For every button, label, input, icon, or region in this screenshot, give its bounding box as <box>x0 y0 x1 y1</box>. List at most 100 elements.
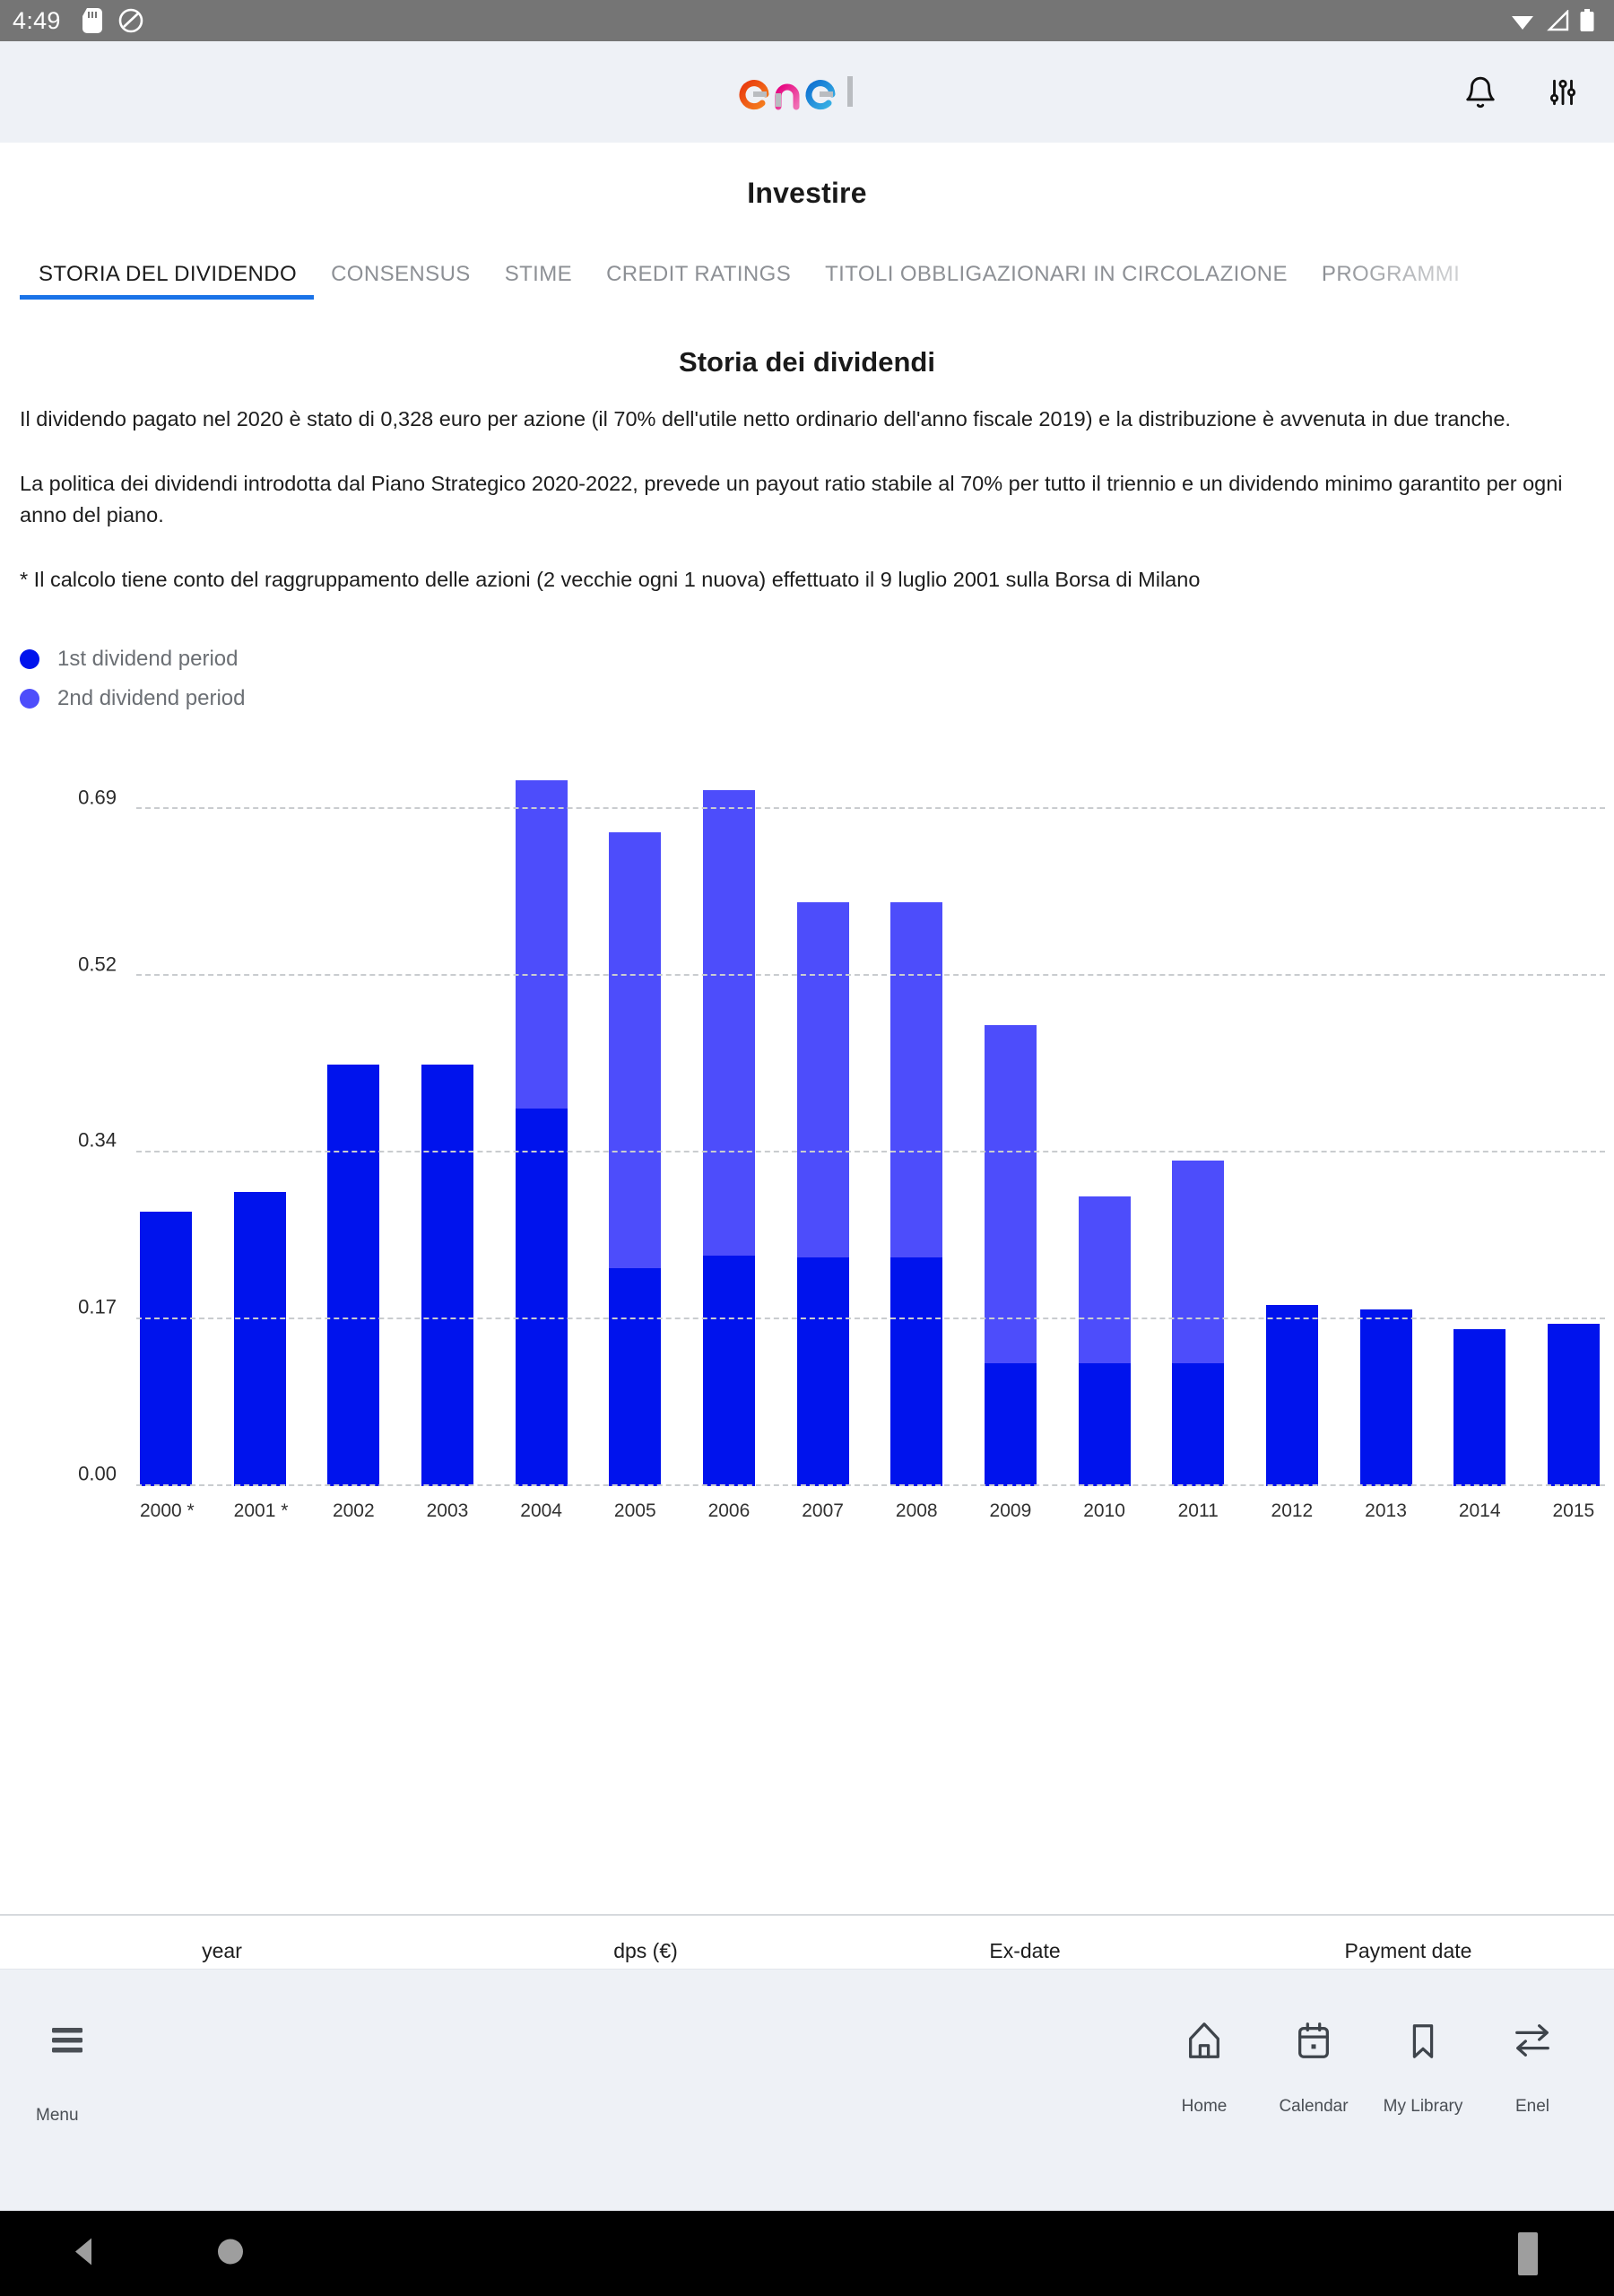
bar-segment-2nd-period <box>890 902 943 1258</box>
bar-segment-1st-period <box>1547 1324 1600 1486</box>
bottom-item-calendar-label: Calendar <box>1279 2097 1349 2116</box>
bar-segment-1st-period <box>890 1257 943 1486</box>
android-nav-bar <box>0 2211 1614 2296</box>
chart-legend: 1st dividend period 2nd dividend period <box>0 639 1614 718</box>
bar-segment-2nd-period <box>609 831 662 1269</box>
table-header-cell: Ex-date <box>847 1914 1202 1969</box>
bar-column[interactable] <box>702 751 755 1486</box>
status-bar-left-icons <box>82 8 143 33</box>
dividend-chart: 0.00 0.17 0.34 0.52 0.69 2000 * 2001 * 2002 200… <box>0 731 1614 1556</box>
enel-logo-icon <box>739 75 853 109</box>
bar-column[interactable] <box>1078 751 1131 1486</box>
bar-segment-1st-period <box>327 1064 380 1486</box>
tab-stime[interactable]: STIME <box>488 262 589 300</box>
wifi-icon <box>1512 16 1533 30</box>
y-axis-tick-label: 0.69 <box>78 786 117 809</box>
do-not-disturb-icon <box>118 8 143 33</box>
tab-storia-del-dividendo[interactable]: STORIA DEL DIVIDENDO <box>20 262 315 300</box>
bar-column[interactable] <box>890 751 943 1486</box>
dividend-table-block: yeardps (€)Ex-datePayment date 2000 *0.2… <box>0 1914 1614 1969</box>
legend-item-2[interactable]: 2nd dividend period <box>20 679 1614 718</box>
tab-programmi[interactable]: PROGRAMMI <box>1305 262 1477 300</box>
bar-column[interactable] <box>1359 751 1412 1486</box>
x-axis-tick-label: 2010 <box>1083 1500 1125 1521</box>
enel-logo[interactable] <box>739 67 875 117</box>
x-axis-tick-label: 2015 <box>1552 1500 1595 1521</box>
section-title: Storia dei dividendi <box>679 346 935 378</box>
battery-icon <box>1580 9 1594 31</box>
gridline-3: 0.52 <box>78 952 1605 977</box>
signal-icon <box>1547 10 1569 31</box>
y-axis-tick-label: 0.34 <box>78 1128 117 1152</box>
dividend-table: yeardps (€)Ex-datePayment date 2000 *0.2… <box>0 1914 1614 1969</box>
bar-column[interactable] <box>796 751 849 1486</box>
tab-consensus[interactable]: CONSENSUS <box>314 262 488 300</box>
bar-segment-1st-period <box>140 1211 192 1486</box>
y-axis-tick-label: 0.17 <box>78 1295 117 1318</box>
back-triangle-icon[interactable] <box>70 2236 97 2271</box>
table-header-row: year dps (€) Ex-date Payment date <box>0 1914 1614 1969</box>
tab-list[interactable]: STORIA DEL DIVIDENDO CONSENSUS STIME CREDIT… <box>0 240 1614 300</box>
bar-segment-2nd-period <box>702 789 755 1256</box>
x-axis-tick-label: 2002 <box>332 1500 375 1521</box>
menu-button[interactable]: Menu <box>36 2016 108 2126</box>
screen-root: 4:49 Investire STORIA DEL DIVIDENDO CONS… <box>0 0 1614 2296</box>
bar-column[interactable] <box>140 751 192 1486</box>
bar-segment-1st-period <box>233 1191 286 1486</box>
x-axis-tick-label: 2004 <box>520 1500 562 1521</box>
bar-column[interactable] <box>1172 751 1225 1486</box>
table-header-cell: dps (€) <box>444 1914 847 1969</box>
y-axis-tick-label: 0.00 <box>78 1462 117 1485</box>
x-axis-tick-label: 2013 <box>1365 1500 1407 1521</box>
bar-column[interactable] <box>984 751 1037 1486</box>
bar-segment-1st-period <box>515 1108 568 1486</box>
bottom-item-my-library-label: My Library <box>1383 2097 1463 2116</box>
bar-column[interactable] <box>327 751 380 1486</box>
bar-segment-2nd-period <box>796 902 849 1258</box>
bookmark-icon <box>1368 2016 1478 2065</box>
app-header <box>0 41 1614 143</box>
tab-bar-divider <box>0 304 1614 305</box>
recents-square-icon[interactable] <box>1518 2231 1538 2275</box>
tab-credit-ratings[interactable]: CREDIT RATINGS <box>589 262 808 300</box>
bell-icon <box>1466 76 1495 108</box>
settings-button[interactable] <box>1542 72 1584 113</box>
bar-segment-1st-period <box>984 1363 1037 1486</box>
bar-segment-1st-period <box>1359 1309 1412 1486</box>
page-content: Investire STORIA DEL DIVIDENDO CONSENSUS S… <box>0 143 1614 1969</box>
chart-plot-area: 0.00 0.17 0.34 0.52 0.69 <box>78 751 1605 1486</box>
bottom-item-enel[interactable]: Enel <box>1478 2016 1587 2117</box>
gridline-1: 0.17 <box>78 1296 1605 1320</box>
bar-column[interactable] <box>609 751 662 1486</box>
menu-label: Menu <box>36 2106 79 2125</box>
tab-titoli-obbligazionari-in-circolazione[interactable]: TITOLI OBBLIGAZIONARI IN CIRCOLAZIONE <box>808 262 1305 300</box>
calendar-icon <box>1259 2016 1368 2065</box>
bottom-item-calendar[interactable]: Calendar <box>1259 2016 1368 2117</box>
legend-color-dot <box>20 648 39 669</box>
status-bar-right-icons <box>1510 9 1601 32</box>
bar-segment-2nd-period <box>1172 1160 1225 1364</box>
legend-label: 2nd dividend period <box>57 685 246 710</box>
x-axis-tick-label: 2006 <box>707 1500 751 1521</box>
sd-card-icon <box>82 8 102 33</box>
bar-column[interactable] <box>1547 751 1600 1486</box>
table-header-cell: Payment date <box>1202 1914 1614 1969</box>
x-axis-tick-label: 2012 <box>1271 1500 1314 1521</box>
bottom-item-my-library[interactable]: My Library <box>1368 2016 1478 2117</box>
x-axis-tick-label: 2009 <box>989 1500 1032 1521</box>
header-actions <box>1460 72 1584 113</box>
gridline-2: 0.34 <box>78 1129 1605 1153</box>
bottom-item-home[interactable]: Home <box>1150 2016 1259 2117</box>
legend-item-1[interactable]: 1st dividend period <box>20 639 1614 679</box>
bar-column[interactable] <box>233 751 286 1486</box>
bar-column[interactable] <box>1453 751 1506 1486</box>
bar-segment-1st-period <box>421 1064 473 1486</box>
bar-segment-1st-period <box>1172 1363 1225 1486</box>
bottom-item-home-label: Home <box>1181 2097 1228 2116</box>
bar-column[interactable] <box>1265 751 1318 1486</box>
notifications-button[interactable] <box>1460 72 1501 113</box>
bar-column[interactable] <box>515 751 568 1486</box>
x-axis-tick-label: 2005 <box>613 1500 656 1521</box>
home-circle-icon[interactable] <box>215 2236 246 2271</box>
bar-column[interactable] <box>421 751 473 1486</box>
